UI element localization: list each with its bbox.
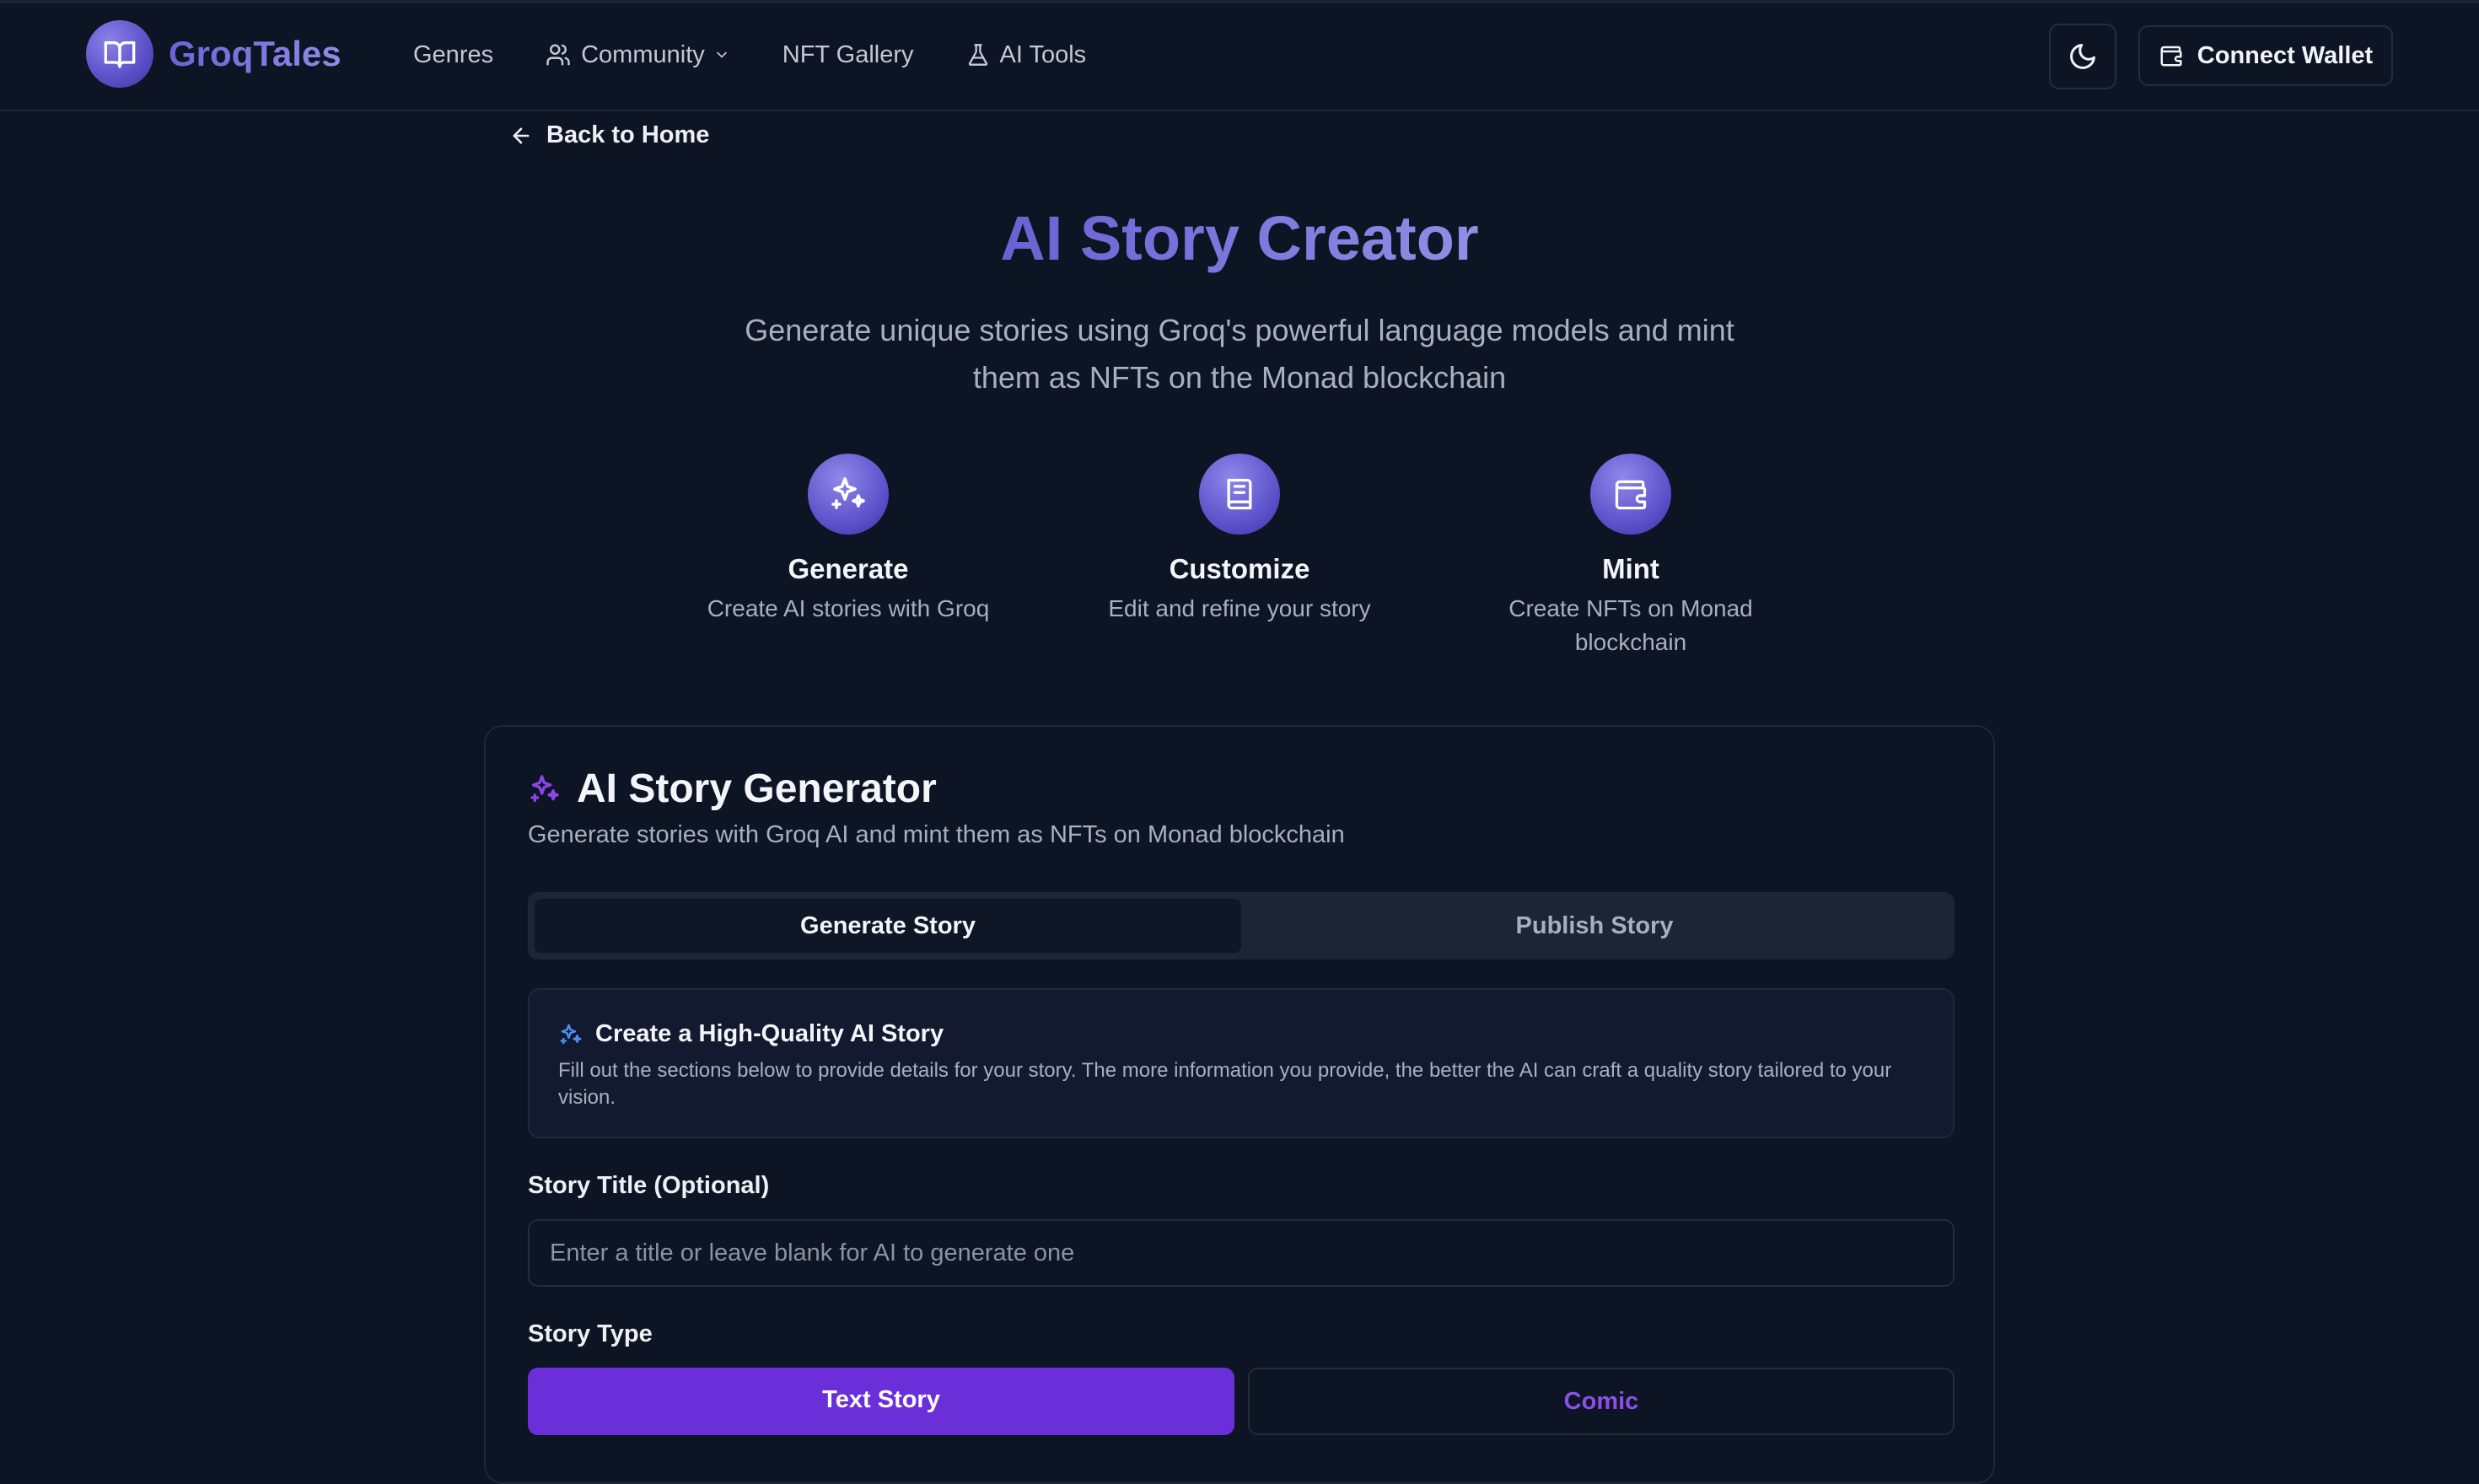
info-panel: Create a High-Quality AI Story Fill out …: [528, 988, 1955, 1138]
main-nav: Genres Community NFT Gallery AI Tools: [413, 34, 1138, 76]
feature-generate-title: Generate: [788, 553, 909, 584]
chevron-down-icon: [716, 51, 727, 58]
generator-title-text: AI Story Generator: [577, 766, 937, 811]
theme-toggle-button[interactable]: [2049, 24, 2116, 89]
story-type-label: Story Type: [528, 1320, 653, 1347]
wallet-icon: [1590, 454, 1671, 535]
generator-tabs: Generate Story Publish Story: [528, 892, 1955, 960]
feature-mint: Mint Create NFTs on Monad blockchain: [1454, 454, 1808, 659]
sparkles-icon: [530, 774, 559, 802]
nav-community-label: Community: [581, 40, 705, 68]
connect-wallet-button[interactable]: Connect Wallet: [2138, 25, 2393, 86]
flask-icon: [968, 44, 987, 66]
tab-publish-story[interactable]: Publish Story: [1241, 899, 1948, 953]
feature-customize-desc: Edit and refine your story: [1108, 595, 1371, 621]
back-to-home-link[interactable]: Back to Home: [509, 121, 709, 149]
back-to-home-label: Back to Home: [546, 121, 710, 148]
info-text: Fill out the sections below to provide d…: [558, 1059, 1892, 1109]
feature-mint-desc: Create NFTs on Monad blockchain: [1454, 592, 1808, 659]
feature-generate-desc: Create AI stories with Groq: [707, 595, 990, 621]
connect-wallet-label: Connect Wallet: [2197, 41, 2374, 69]
page-title: AI Story Creator: [0, 202, 2479, 274]
tab-generate-story[interactable]: Generate Story: [535, 899, 1241, 953]
feature-mint-desc-line-1: Create NFTs on Monad: [1508, 595, 1753, 621]
feature-mint-desc-line-2: blockchain: [1574, 629, 1687, 655]
nav-ai-tools-label: AI Tools: [999, 40, 1087, 68]
page-subtitle-line-2: them as NFTs on the Monad blockchain: [972, 360, 1507, 395]
sparkles-icon: [808, 454, 889, 535]
feature-generate: Generate Create AI stories with Groq: [671, 454, 1025, 626]
users-icon: [546, 44, 570, 66]
story-generator-card: AI Story Generator Generate stories with…: [484, 725, 1995, 1484]
nav-nft-gallery-label: NFT Gallery: [782, 40, 914, 68]
story-title-label: Story Title (Optional): [528, 1172, 770, 1199]
nav-genres[interactable]: Genres: [413, 34, 493, 76]
feature-mint-title: Mint: [1602, 553, 1659, 584]
page-title-text: AI Story Creator: [1000, 203, 1479, 273]
nav-ai-tools[interactable]: AI Tools: [966, 34, 1087, 76]
story-type-text-button[interactable]: Text Story: [528, 1368, 1234, 1435]
sparkles-icon: [560, 1024, 582, 1044]
story-title-input[interactable]: [528, 1219, 1955, 1287]
feature-customize-title: Customize: [1169, 553, 1310, 584]
book-icon: [1199, 454, 1280, 535]
story-type-comic-button[interactable]: Comic: [1248, 1368, 1955, 1435]
wallet-icon: [2160, 46, 2182, 67]
page-subtitle-line-1: Generate unique stories using Groq's pow…: [745, 313, 1734, 347]
generator-title: AI Story Generator: [528, 766, 937, 812]
brand-name: GroqTales: [169, 34, 341, 73]
page-subtitle: Generate unique stories using Groq's pow…: [691, 307, 1788, 401]
info-title: Create a High-Quality AI Story: [558, 1020, 944, 1048]
generator-description: Generate stories with Groq AI and mint t…: [528, 821, 1345, 848]
book-open-icon: [86, 20, 153, 88]
arrow-left-icon: [513, 127, 530, 143]
nav-nft-gallery[interactable]: NFT Gallery: [782, 34, 914, 76]
brand-logo[interactable]: GroqTales: [86, 20, 341, 88]
feature-customize: Customize Edit and refine your story: [1062, 454, 1417, 626]
nav-genres-label: Genres: [413, 40, 494, 68]
navbar: GroqTales Genres Community NFT Gallery A…: [0, 0, 2479, 111]
nav-community[interactable]: Community: [546, 34, 730, 76]
moon-icon: [2070, 44, 2095, 69]
info-title-text: Create a High-Quality AI Story: [595, 1020, 944, 1047]
